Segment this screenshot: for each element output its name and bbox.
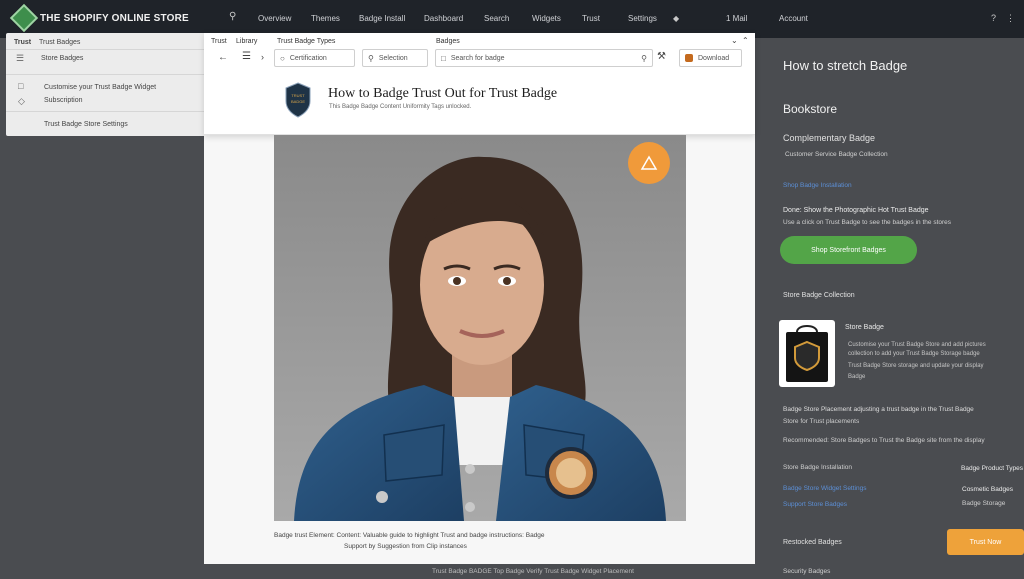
help-icon[interactable]: ? (991, 13, 996, 23)
nav-item-badge-install[interactable]: Badge Install (359, 14, 405, 23)
placement-text-two: Store for Trust placements (783, 418, 860, 425)
panel-item-store-settings[interactable]: Trust Badge Store Settings (44, 121, 128, 128)
placement-text-one: Badge Store Placement adjusting a trust … (783, 406, 974, 413)
tab-library[interactable]: Library (236, 38, 257, 45)
shop-storefront-badges-button[interactable]: Shop Storefront Badges (780, 236, 917, 264)
badge-thumb-icon (685, 54, 693, 62)
badge-section-heading: Store Badge Collection (783, 292, 855, 299)
shield-text-top: TRUST (291, 93, 305, 98)
footer-text: Trust Badge BADGE Top Badge Verify Trust… (432, 568, 634, 575)
panel-item-subscription[interactable]: Subscription (44, 97, 83, 104)
badge-product-types[interactable]: Badge Product Types (961, 465, 1023, 472)
diamond-icon[interactable]: ◆ (673, 14, 679, 23)
modal-header: Trust Library Trust Badge Types Badges ⌄… (204, 33, 755, 135)
trust-now-button[interactable]: Trust Now (947, 529, 1024, 555)
menu-icon[interactable]: ☰ (16, 53, 24, 64)
nav-item-search[interactable]: Search (484, 14, 509, 23)
tab-trust-badge-types[interactable]: Trust Badge Types (277, 38, 335, 45)
link-shop-badge-installation[interactable]: Shop Badge Installation (783, 182, 852, 189)
article-title: How to Badge Trust Out for Trust Badge (328, 86, 558, 101)
brand-name: THE SHOPIFY ONLINE STORE (40, 12, 189, 24)
badge-storage[interactable]: Badge Storage (962, 500, 1005, 507)
certification-field-label: Certification (289, 54, 327, 62)
sidebar-title: How to stretch Badge (783, 58, 908, 73)
link-store-badge-installation[interactable]: Store Badge Installation (783, 464, 852, 471)
lock-icon: ○ (280, 53, 285, 63)
selection-field[interactable]: ⚲ Selection (362, 49, 428, 67)
search-icon[interactable]: ⚲ (229, 11, 236, 22)
badge-search-placeholder: Search for badge (450, 54, 505, 62)
download-button-label: Download (698, 54, 730, 62)
search-icon: ⚲ (368, 53, 374, 63)
cosmetic-badges[interactable]: Cosmetic Badges (962, 486, 1013, 493)
tab-trust[interactable]: Trust (211, 38, 227, 45)
nav-item-dashboard[interactable]: Dashboard (424, 14, 463, 23)
nav-item-overview[interactable]: Overview (258, 14, 291, 23)
nav-item-account[interactable]: Account (779, 14, 808, 23)
panel-divider (6, 49, 206, 50)
nav-item-settings[interactable]: Settings (628, 14, 657, 23)
panel-header-trust[interactable]: Trust (14, 39, 31, 46)
store-logo[interactable]: THE SHOPIFY ONLINE STORE (9, 3, 189, 33)
link-support-store-badges[interactable]: Support Store Badges (783, 501, 847, 508)
restocked-badges-heading: Restocked Badges (783, 539, 842, 546)
sidebar-sub-detail: Customer Service Badge Collection (785, 151, 888, 158)
checkbox-icon: □ (441, 53, 446, 63)
panel-divider (6, 111, 206, 112)
selection-field-label: Selection (378, 54, 408, 62)
panel-item-store-badges[interactable]: Store Badges (41, 55, 83, 62)
shop-storefront-badges-label: Shop Storefront Badges (811, 246, 886, 254)
trust-now-label: Trust Now (969, 538, 1002, 546)
product-desc-line-four: Badge (848, 374, 866, 380)
badge-product-card[interactable] (779, 320, 835, 387)
article-subtitle: This Badge Badge Content Uniformity Tags… (329, 104, 472, 110)
more-icon[interactable]: ⋮ (1006, 13, 1015, 24)
product-desc-line-three: Trust Badge Store storage and update you… (848, 363, 984, 369)
download-button[interactable]: Download (679, 49, 742, 67)
collapse-icon[interactable]: ⌃ (742, 36, 749, 45)
left-dropdown-panel: Trust Trust Badges ☰ Store Badges □ Cust… (6, 33, 206, 136)
panel-header-trust-badges[interactable]: Trust Badges (39, 39, 80, 46)
product-title[interactable]: Store Badge (845, 324, 884, 331)
hero-photo (274, 135, 686, 521)
expand-icon[interactable]: ⌄ (731, 36, 738, 45)
nav-item-trust[interactable]: Trust (582, 14, 600, 23)
product-desc-line-two: collection to add your Trust Badge Stora… (848, 351, 980, 357)
magnifier-icon[interactable]: ⚲ (641, 54, 647, 63)
list-icon[interactable]: ☰ (242, 51, 251, 62)
badge-bag-image (786, 325, 828, 382)
sidebar-section-title: Bookstore (783, 102, 838, 116)
nav-item-themes[interactable]: Themes (311, 14, 340, 23)
shield-text-mid: BADGE (291, 99, 305, 104)
logo-diamond-icon (9, 3, 39, 33)
tag-icon: ◇ (18, 96, 25, 106)
monitor-icon: □ (18, 81, 24, 91)
chevron-right-icon[interactable]: › (261, 52, 264, 62)
trust-shield-icon: TRUST BADGE (285, 82, 311, 118)
promo-heading: Done: Show the Photographic Hot Trust Ba… (783, 207, 929, 214)
placement-text-three: Recommended: Store Badges to Trust the B… (783, 437, 985, 444)
caption-line-one: Badge trust Element: Content: Valuable g… (274, 532, 545, 539)
promo-text: Use a click on Trust Badge to see the ba… (783, 219, 952, 226)
product-desc-line-one: Customise your Trust Badge Store and add… (848, 342, 986, 348)
nav-item-mail[interactable]: 1 Mail (726, 14, 747, 23)
panel-item-customise[interactable]: Customise your Trust Badge Widget (44, 84, 156, 91)
badge-search-input[interactable]: □ Search for badge ⚲ (435, 49, 653, 67)
panel-divider (6, 74, 206, 75)
hammer-icon[interactable]: ⚒ (657, 51, 666, 62)
photo-caption: Badge trust Element: Content: Valuable g… (274, 530, 686, 552)
caption-line-two: Support by Suggestion from Clip instance… (344, 543, 467, 550)
link-security-badges[interactable]: Security Badges (783, 568, 830, 575)
sidebar-sub-heading: Complementary Badge (783, 133, 876, 143)
tab-badges[interactable]: Badges (436, 38, 460, 45)
certification-field[interactable]: ○ Certification (274, 49, 355, 67)
nav-item-widgets[interactable]: Widgets (532, 14, 561, 23)
article-modal: Trust Library Trust Badge Types Badges ⌄… (204, 33, 755, 564)
back-arrow-icon[interactable]: ← (218, 52, 228, 63)
link-badge-store-widget-settings[interactable]: Badge Store Widget Settings (783, 485, 866, 492)
